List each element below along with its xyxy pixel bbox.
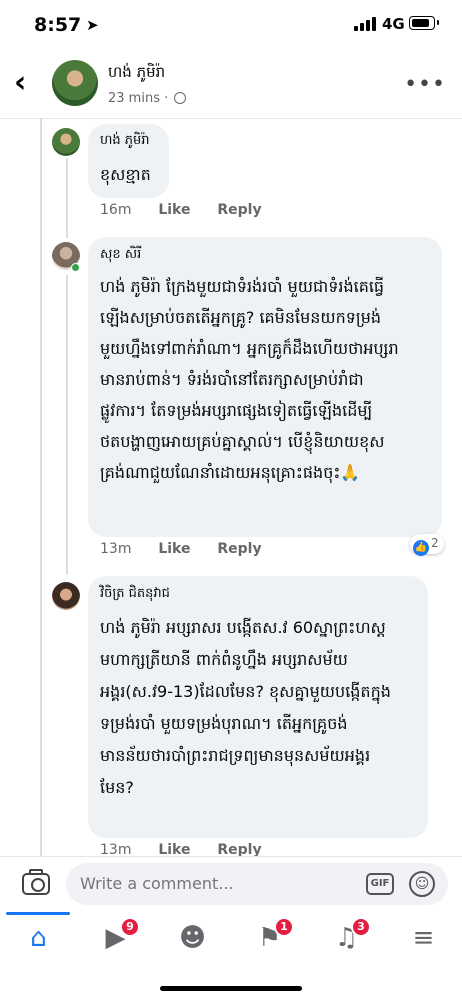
like-button[interactable]: Like [158, 541, 190, 557]
more-options-icon[interactable]: ••• [404, 72, 446, 97]
back-arrow-icon[interactable]: ‹ [14, 68, 42, 100]
reply-button[interactable]: Reply [217, 202, 261, 218]
reply-button[interactable]: Reply [217, 541, 261, 557]
comment-text: ផ្លូវការ។ តែទម្រង់អប្សរាផ្សេងទៀតធ្វើឡើងដ… [100, 401, 373, 420]
online-dot-icon [71, 263, 80, 272]
comment-text: គ្រង់ណាជួយណែនាំដោយអនុគ្រោះផងចុះ🙏 [100, 463, 361, 482]
status-bar: 8:57 ➤ 4G [0, 0, 462, 50]
comment-text: មហាក្សត្រីយានី ពាក់ពំនូហ្នឹង អប្សរាសម័យ [100, 650, 348, 669]
tab-notifications[interactable]: ♫ 3 [308, 912, 385, 972]
globe-icon [174, 92, 187, 104]
status-time: 8:57 [34, 14, 82, 36]
comment-text: មួយហ្នឹងទៅពាក់រាំណា។ អ្នកគ្រូក៏ដឹងហើយថាអ… [100, 339, 399, 358]
comment-text: មានរាប់ពាន់។ ទំរង់របាំនៅតែរក្សាសម្រាប់រា… [100, 370, 364, 389]
comment-text: ថតបង្ហាញអោយគ្រប់គ្នាស្គាល់។ បើខ្ញុំនិយាយ… [100, 432, 385, 451]
camera-icon[interactable] [22, 869, 50, 895]
comment-time: 16m [100, 202, 132, 218]
tab-groups[interactable]: ☻ [154, 912, 231, 972]
notification-badge: 3 [351, 917, 371, 937]
comment-text: ហង់ ភូមិរ៉ា ក្រែងមួយជាទំរង់របាំ មួយជាទំរ… [100, 277, 385, 296]
header-divider [0, 118, 462, 119]
like-reaction-icon: 👍 [413, 540, 429, 556]
groups-icon: ☻ [178, 923, 207, 953]
tab-pages[interactable]: ⚑ 1 [231, 912, 308, 972]
comment-text: មានន័យថារបាំព្រះរាជទ្រព្យមានមុនសម័យអង្គរ [100, 746, 371, 765]
home-indicator [160, 986, 302, 991]
emoji-icon[interactable]: ☺ [409, 871, 435, 897]
comment-bubble: ហង់ ភូមិរ៉ា ខុសខ្មាត [88, 124, 169, 198]
comment-bubble: សុខ សិរី ហង់ ភូមិរ៉ា ក្រែងមួយជាទំរង់របាំ… [88, 237, 442, 537]
network-label: 4G [382, 15, 405, 33]
signal-icon [354, 17, 376, 31]
thread-line [66, 158, 68, 238]
comment-text: ទម្រង់របាំ មួយទម្រង់បុរាណ។ តើអ្នកគ្រូចង់ [100, 714, 348, 733]
tab-watch[interactable]: ▶ 9 [77, 912, 154, 972]
thread-line [66, 275, 68, 575]
bottom-tab-bar: ⌂ ▶ 9 ☻ ⚑ 1 ♫ 3 ≡ [0, 912, 462, 972]
comment-text: ឡើងសម្រាប់ចតតើអ្នកគ្រូ? គេមិនមែនយកទម្រង់ [100, 308, 381, 327]
tab-menu[interactable]: ≡ [385, 912, 462, 972]
thread-line [40, 118, 42, 858]
post-time-text: 23 mins · [108, 91, 169, 106]
comment-author[interactable]: វិចិត្រ ជិតនុវាជ [100, 585, 170, 604]
comment-composer: GIF ☺ [0, 856, 462, 912]
comment-actions: 16m Like Reply [100, 202, 284, 218]
comment-text: អង្គរ(ស.វ9-13)ដែលមែន? ខុសគ្នាមួយបង្កើតក្… [100, 682, 391, 701]
battery-icon [409, 16, 439, 30]
gif-button[interactable]: GIF [366, 873, 394, 895]
home-icon: ⌂ [30, 923, 47, 953]
comment-text: ខុសខ្មាត [100, 165, 151, 184]
notification-badge: 9 [120, 917, 140, 937]
avatar[interactable] [52, 128, 80, 156]
avatar[interactable] [52, 582, 80, 610]
avatar[interactable] [52, 60, 98, 106]
post-author-name[interactable]: ហង់ ភូមិរ៉ា [108, 63, 165, 85]
tab-home[interactable]: ⌂ [0, 912, 77, 972]
menu-icon: ≡ [412, 923, 435, 953]
comment-author[interactable]: ហង់ ភូមិរ៉ា [100, 132, 150, 151]
comment-author[interactable]: សុខ សិរី [100, 246, 141, 265]
notification-badge: 1 [274, 917, 294, 937]
like-button[interactable]: Like [158, 202, 190, 218]
comment-text: ហង់ ភូមិរ៉ា អប្សរាសរ បង្កើតស.វ 60ស្នាព្រ… [100, 618, 386, 637]
post-timestamp: 23 mins · [108, 91, 187, 106]
comment-time: 13m [100, 541, 132, 557]
comment-actions: 13m Like Reply [100, 541, 284, 557]
location-arrow-icon: ➤ [86, 16, 99, 34]
comment-text: មែន? [100, 778, 134, 797]
comment-bubble: វិចិត្រ ជិតនុវាជ ហង់ ភូមិរ៉ា អប្សរាសរ បង… [88, 576, 428, 838]
reaction-count-text: 2 [431, 536, 439, 550]
post-header: ‹ ហង់ ភូមិរ៉ា 23 mins · ••• [0, 50, 462, 120]
reaction-count[interactable]: 👍 2 [410, 534, 444, 556]
